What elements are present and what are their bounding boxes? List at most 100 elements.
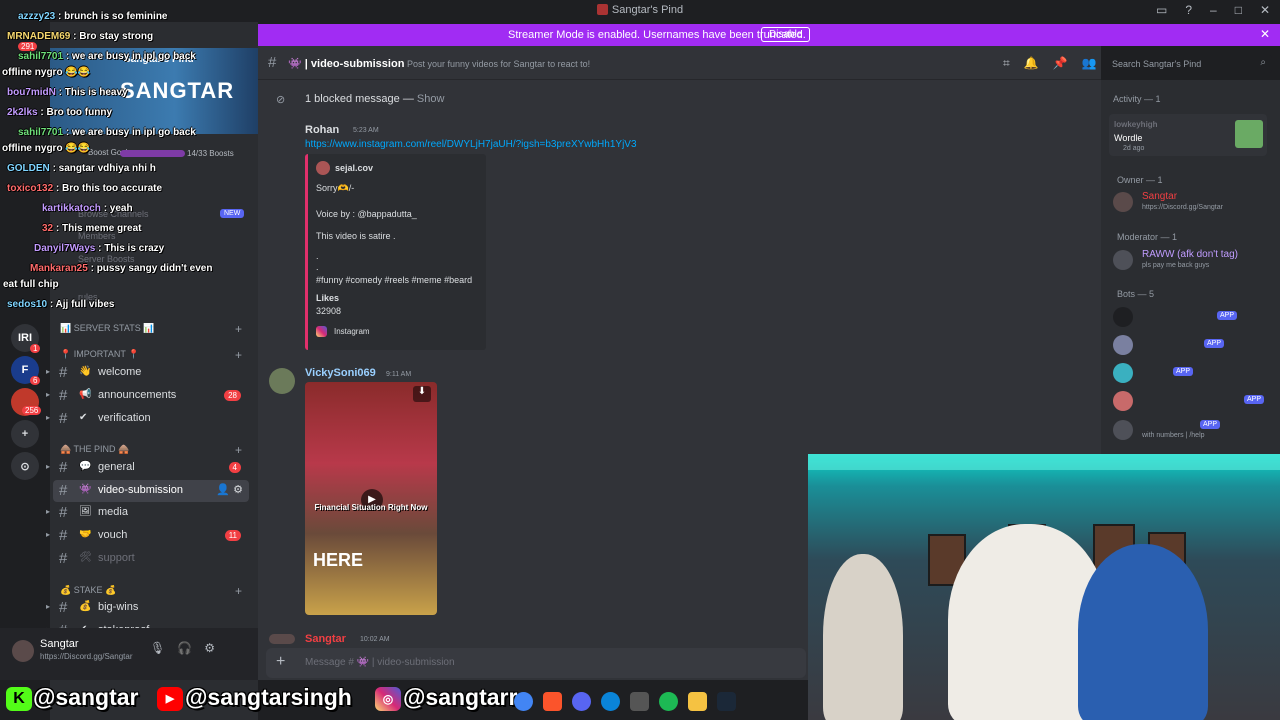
- members-item[interactable]: Members: [78, 231, 116, 241]
- channel-emoji: 🖼: [79, 506, 92, 517]
- channel-welcome[interactable]: ▸ # 👋 welcome: [46, 362, 249, 384]
- kick-icon: K: [6, 687, 32, 711]
- channel-support[interactable]: # 🛠 support: [53, 548, 249, 570]
- microphone-icon[interactable]: 🎙: [150, 641, 165, 655]
- avatar: [1113, 391, 1133, 411]
- user-controls: 🎙 🎧 ⚙: [150, 641, 215, 655]
- folder-icon[interactable]: [688, 692, 707, 711]
- member-moderator[interactable]: RAWW (afk don't tag) pls pay me back guy…: [1113, 248, 1273, 272]
- channel-emoji: ✔: [79, 412, 88, 423]
- add-attachment-icon[interactable]: +: [276, 653, 285, 671]
- category-label: 📍 IMPORTANT 📍: [60, 349, 140, 359]
- message-composer[interactable]: + Message # 👾 | video-submission: [266, 648, 806, 678]
- gear-icon[interactable]: ⚙: [204, 641, 215, 655]
- category-server-stats[interactable]: 📊 SERVER STATS 📊 +: [60, 322, 242, 336]
- channel-name: announcements: [98, 389, 177, 401]
- avatar[interactable]: [269, 634, 295, 644]
- embed-likes-label: Likes: [316, 293, 340, 303]
- member-bot[interactable]: APP: [1113, 305, 1273, 329]
- minimize-button[interactable]: –: [1210, 3, 1217, 17]
- avatar: [1113, 307, 1133, 327]
- channel-name: verification: [98, 412, 151, 424]
- channel-announcements[interactable]: ▸ # 📢 announcements 28: [46, 385, 249, 407]
- channel-emoji: 👾: [79, 484, 92, 495]
- members-icon[interactable]: 👥: [1082, 56, 1097, 71]
- discover-button[interactable]: ⊙: [11, 452, 39, 480]
- plus-icon[interactable]: +: [235, 348, 242, 362]
- server-boosts-item[interactable]: Server Boosts: [78, 254, 135, 264]
- close-icon[interactable]: ✕: [1260, 27, 1270, 41]
- member-bot[interactable]: APP: [1113, 389, 1273, 413]
- help-icon[interactable]: ?: [1185, 3, 1192, 17]
- add-server-button[interactable]: +: [11, 420, 39, 448]
- server-banner[interactable]: Sangtar's Pind SANGTAR: [50, 48, 258, 134]
- channel-media[interactable]: ▸ # 🖼 media: [46, 502, 249, 524]
- search-input[interactable]: Search Sangtar's Pind ⌕: [1106, 55, 1272, 73]
- channel-topic: Post your funny videos for Sangtar to re…: [407, 59, 591, 69]
- steam-icon[interactable]: [717, 692, 736, 711]
- channel-video-submission[interactable]: # 👾 video-submission 👤 ⚙: [53, 480, 249, 502]
- channel-general[interactable]: ▸ # 💬 general 4: [46, 457, 249, 479]
- hash-icon: #: [59, 364, 68, 381]
- member-status: with numbers | /help: [1142, 432, 1205, 439]
- download-icon[interactable]: ⬇: [413, 386, 431, 402]
- category-the-pind[interactable]: 🛖 The Pind 🛖 +: [60, 443, 242, 457]
- server-rail: 291 IRI 1 F 6 256 + ⊙: [0, 22, 50, 720]
- unread-badge: 11: [224, 530, 241, 541]
- plus-icon[interactable]: +: [235, 584, 242, 598]
- message-link[interactable]: https://www.instagram.com/reel/DWYLjH7ja…: [305, 139, 637, 150]
- channel-verification[interactable]: ▸ # ✔ verification: [46, 408, 249, 430]
- member-status: pls pay me back guys: [1142, 262, 1210, 269]
- channel-big-wins[interactable]: ▸ # 💰 big-wins: [46, 597, 249, 619]
- member-list: Activity — 1 lowkeyhigh Wordle 2d ago Ow…: [1101, 80, 1280, 455]
- hash-icon: #: [59, 387, 68, 404]
- avatar: [1113, 420, 1133, 440]
- chrome-icon[interactable]: [514, 692, 533, 711]
- member-owner[interactable]: Sangtar https://Discord.gg/Sangtar: [1113, 190, 1273, 214]
- channel-name: general: [98, 461, 135, 473]
- user-panel: Sangtar https://Discord.gg/Sangtar 🎙 🎧 ⚙: [0, 628, 258, 680]
- avatar[interactable]: [269, 368, 295, 394]
- disable-button[interactable]: Disable: [761, 27, 811, 42]
- edge-icon[interactable]: [601, 692, 620, 711]
- channel-title-text: video-submission: [310, 58, 405, 70]
- channel-vouch[interactable]: ▸ # 🤝 vouch 11: [46, 525, 249, 547]
- avatar[interactable]: [12, 640, 34, 662]
- maximize-button[interactable]: □: [1235, 3, 1242, 17]
- spotify-icon[interactable]: [659, 692, 678, 711]
- inbox-icon[interactable]: ▭: [1156, 3, 1167, 17]
- chevron-right-icon: ▸: [46, 462, 51, 471]
- channel-name: big-wins: [98, 601, 139, 613]
- discord-icon[interactable]: [572, 692, 591, 711]
- pin-icon[interactable]: 📌: [1053, 56, 1068, 71]
- channel-name: welcome: [98, 366, 142, 378]
- member-bot[interactable]: APP with numbers | /help: [1113, 418, 1273, 442]
- headphones-icon[interactable]: 🎧: [177, 641, 192, 655]
- instagram-embed: sejal.cov Sorry🫶/- Voice by : @bappadutt…: [305, 154, 486, 350]
- channel-settings-icons[interactable]: 👤 ⚙: [216, 483, 243, 496]
- activity-card[interactable]: lowkeyhigh Wordle 2d ago: [1109, 114, 1267, 156]
- plus-icon[interactable]: +: [235, 322, 242, 336]
- category-stake[interactable]: 💰 Stake 💰 +: [60, 584, 242, 598]
- message-author[interactable]: Sangtar: [305, 633, 346, 645]
- close-window-button[interactable]: ✕: [1260, 3, 1270, 17]
- category-important[interactable]: 📍 IMPORTANT 📍 +: [60, 348, 242, 362]
- brave-icon[interactable]: [543, 692, 562, 711]
- bell-icon[interactable]: 🔔: [1024, 56, 1039, 71]
- message-author[interactable]: VickySoni069: [305, 367, 376, 379]
- plus-icon[interactable]: +: [235, 443, 242, 457]
- browse-channels-item[interactable]: Browse Channels: [78, 209, 149, 219]
- show-blocked-link[interactable]: Show: [417, 93, 445, 105]
- threads-icon[interactable]: ⌗: [1003, 56, 1010, 71]
- message-author[interactable]: Rohan: [305, 124, 339, 136]
- obs-icon[interactable]: [630, 692, 649, 711]
- embed-author[interactable]: sejal.cov: [335, 163, 373, 173]
- member-bot[interactable]: APP: [1113, 361, 1273, 385]
- video-attachment[interactable]: ⬇ ▶ Financial Situation Right Now HERE: [305, 382, 437, 615]
- embed-line: .: [316, 262, 319, 272]
- composer-placeholder: Message # 👾 | video-submission: [305, 657, 455, 668]
- rules-item[interactable]: rules: [78, 292, 98, 302]
- channel-emoji: 🛠: [79, 552, 92, 563]
- rail-badge: 6: [30, 376, 41, 385]
- member-bot[interactable]: APP: [1113, 333, 1273, 357]
